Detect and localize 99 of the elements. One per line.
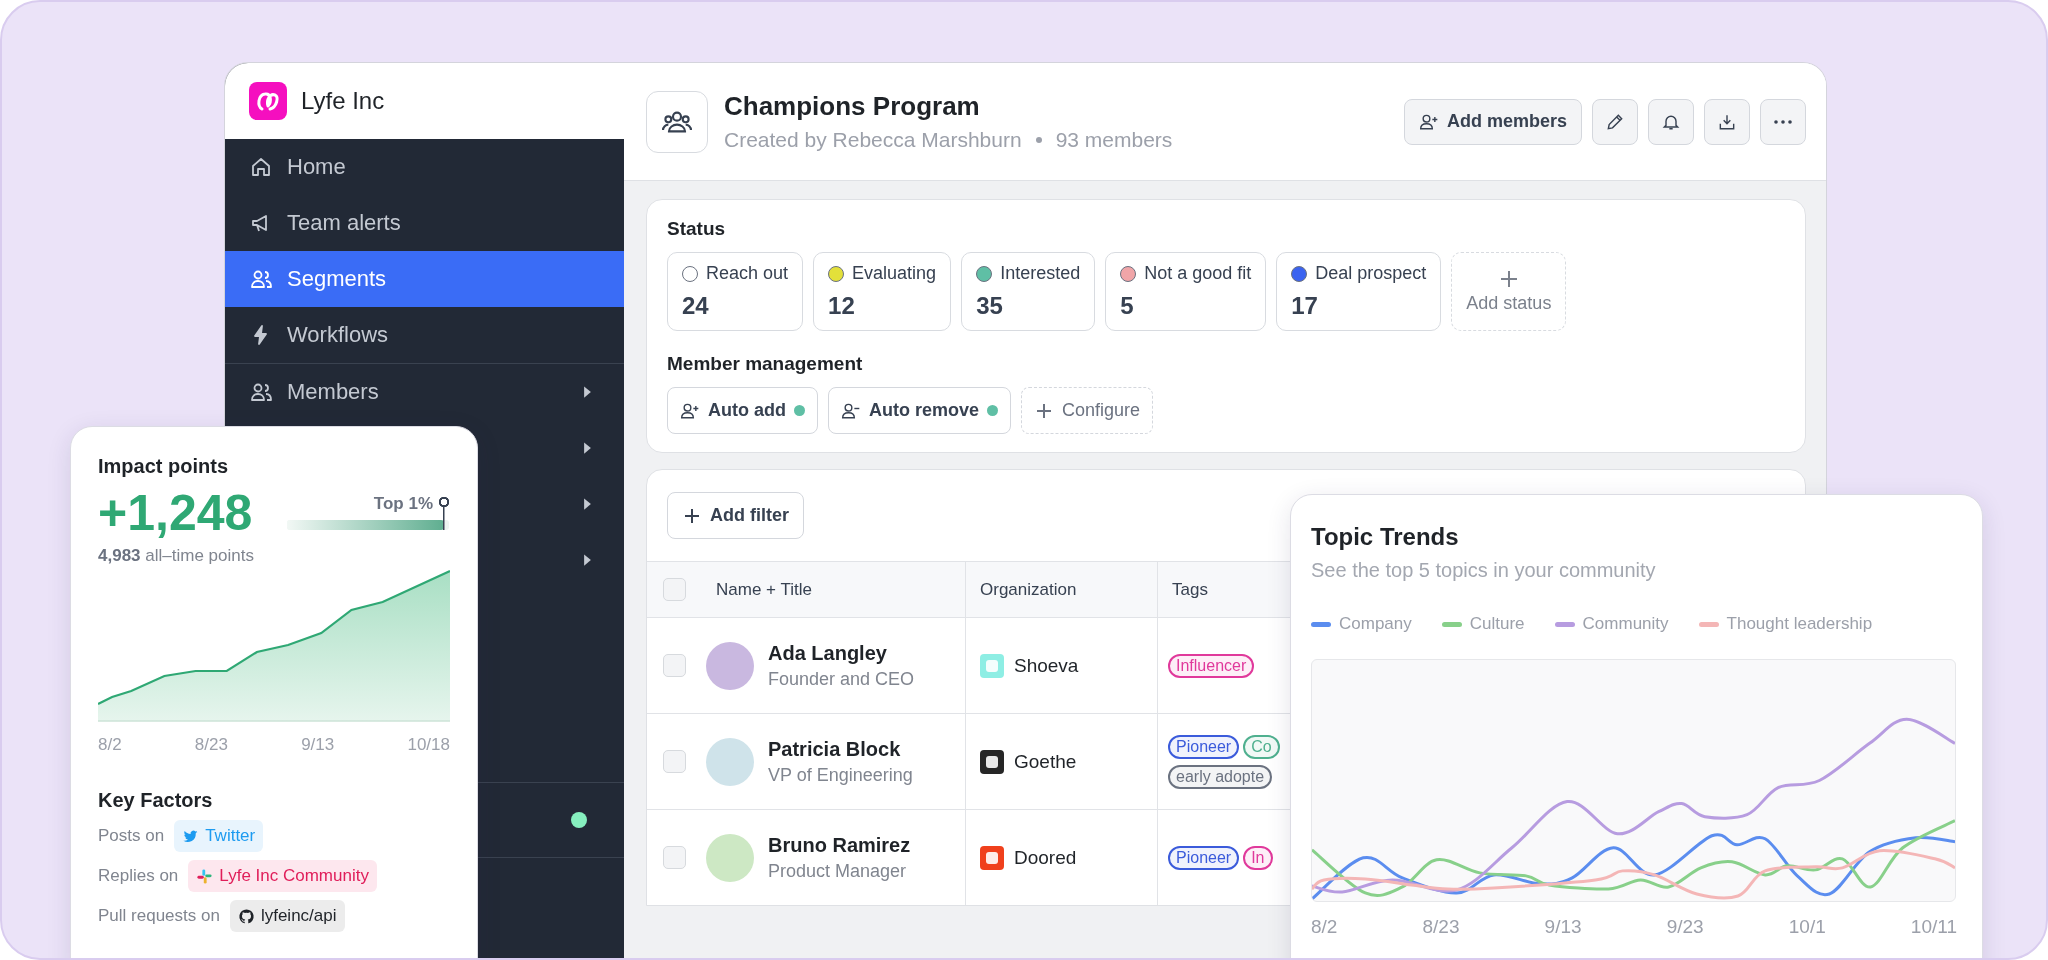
legend-label: Community: [1582, 614, 1669, 634]
creator-text: Created by Rebecca Marshburn: [724, 128, 1022, 152]
chevron-icon[interactable]: [583, 553, 592, 567]
nav-item[interactable]: Home: [225, 139, 624, 195]
chevron-icon[interactable]: [583, 497, 592, 511]
tag: In: [1243, 845, 1273, 870]
avatar: [706, 641, 754, 690]
member-title: Product Manager: [768, 860, 908, 882]
auto-remove-button[interactable]: Auto remove: [828, 387, 1012, 434]
axis-label: 8/2: [98, 735, 122, 755]
factor-label: Pull requests on: [98, 906, 220, 926]
configure-button[interactable]: Configure: [1021, 387, 1154, 434]
factor-label: Replies on: [98, 866, 179, 886]
axis-label: 8/23: [194, 735, 228, 755]
axis-label: 9/13: [301, 735, 335, 755]
add-status-button[interactable]: Add status: [1451, 252, 1567, 331]
checkbox[interactable]: [663, 750, 686, 773]
page-title: Champions Program: [724, 91, 981, 122]
add-members-button[interactable]: Add members: [1403, 98, 1582, 145]
card-title: Topic Trends: [1311, 523, 1460, 551]
status-label: Reach out: [706, 263, 789, 284]
tag: early adopte: [1168, 764, 1273, 789]
plus-icon: [1498, 269, 1519, 289]
status-count: 17: [1291, 292, 1319, 320]
segment-icon: [646, 90, 708, 153]
axis-label: 10/1: [1788, 916, 1826, 938]
separator-dot: [1035, 137, 1042, 143]
axis-label: 10/18: [407, 735, 450, 755]
legend-label: Culture: [1469, 614, 1525, 634]
nav-item[interactable]: Workflows: [225, 307, 624, 363]
brand-name: Lyfe Inc: [301, 87, 385, 115]
home-icon: [249, 155, 273, 179]
column-header: Organization: [980, 579, 1077, 600]
checkbox[interactable]: [663, 654, 686, 677]
axis-label: 10/11: [1910, 916, 1957, 938]
hash-logo-icon: [196, 867, 214, 885]
axis-label: 8/23: [1422, 916, 1460, 938]
section-title: Status: [667, 218, 727, 240]
pencil-icon: [1605, 111, 1625, 132]
marker-icon: [438, 496, 451, 530]
add-filter-button[interactable]: Add filter: [667, 492, 804, 539]
tag: Pioneer: [1168, 734, 1240, 759]
status-count: 24: [682, 292, 710, 320]
all-time-points: 4,983 all–time points: [98, 546, 255, 566]
legend-label: Thought leadership: [1726, 614, 1873, 634]
rank-label: Top 1%: [372, 494, 434, 514]
status-chip[interactable]: Evaluating 12: [813, 252, 952, 331]
org-name: Shoeva: [1014, 654, 1079, 677]
source-link[interactable]: lyfeinc/api: [229, 900, 345, 932]
checkbox[interactable]: [663, 578, 686, 601]
chevron-icon[interactable]: [583, 441, 592, 455]
edit-button[interactable]: [1592, 98, 1638, 145]
status-chip[interactable]: Deal prospect 17: [1276, 252, 1442, 331]
column-header: Tags: [1172, 579, 1208, 600]
member-name: Patricia Block: [768, 737, 902, 761]
member-title: Founder and CEO: [768, 668, 915, 690]
nav-item[interactable]: Members: [225, 364, 624, 420]
auto-add-button[interactable]: Auto add: [667, 387, 818, 434]
org-name: Goethe: [1014, 750, 1077, 773]
tag: Pioneer: [1168, 845, 1240, 870]
member-title: VP of Engineering: [768, 764, 913, 786]
legend-label: Company: [1339, 614, 1412, 634]
member-name: Ada Langley: [768, 641, 888, 665]
section-title: Member management: [667, 353, 864, 375]
status-count: 35: [976, 292, 1004, 320]
axis-label: 8/2: [1311, 916, 1338, 938]
card-subtitle: See the top 5 topics in your community: [1311, 559, 1657, 582]
section-title: Key Factors: [98, 789, 214, 812]
source-link[interactable]: Lyfe Inc Community: [188, 860, 377, 892]
status-label: Not a good fit: [1144, 263, 1252, 284]
more-icon: [1774, 119, 1792, 124]
member-count: 93 members: [1055, 128, 1173, 152]
impact-value: +1,248: [98, 484, 253, 542]
member-name: Bruno Ramirez: [768, 833, 911, 857]
nav-item[interactable]: Team alerts: [225, 195, 624, 251]
org-name: Doored: [1014, 846, 1077, 869]
axis-label: 9/23: [1666, 916, 1704, 938]
nav-item[interactable]: Segments: [225, 251, 624, 307]
status-chip[interactable]: Interested 35: [961, 252, 1096, 331]
status-count: 12: [828, 292, 856, 320]
factor-label: Posts on: [98, 826, 165, 846]
avatar: [706, 833, 754, 882]
status-label: Deal prospect: [1315, 263, 1427, 284]
notifications-button[interactable]: [1648, 98, 1694, 145]
axis-label: 9/13: [1544, 916, 1582, 938]
status-label: Evaluating: [852, 263, 937, 284]
checkbox[interactable]: [663, 846, 686, 869]
tag: Co: [1243, 734, 1280, 759]
column-header: Name + Title: [716, 579, 812, 600]
status-count: 5: [1120, 292, 1135, 320]
tag: Influencer: [1168, 653, 1255, 678]
status-label: Interested: [1000, 263, 1081, 284]
download-button[interactable]: [1704, 98, 1750, 145]
card-title: Impact points: [98, 455, 229, 478]
cat-logo-icon: [237, 907, 255, 925]
avatar: [706, 737, 754, 786]
status-chip[interactable]: Reach out 24: [667, 252, 804, 331]
logo-icon: [249, 82, 287, 120]
status-chip[interactable]: Not a good fit 5: [1105, 252, 1267, 331]
